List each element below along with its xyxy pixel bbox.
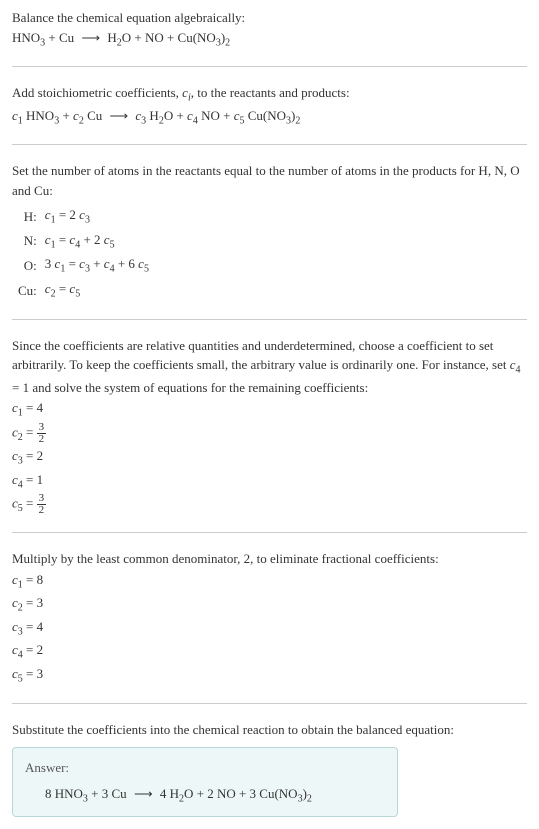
atom-label: Cu: xyxy=(12,278,39,303)
atoms-table: H: c1 = 2 c3 N: c1 = c4 + 2 c5 O: 3 c1 =… xyxy=(12,204,155,302)
lcd-c4: c4 = 2 xyxy=(12,640,527,663)
underdet-text: Since the coefficients are relative quan… xyxy=(12,336,527,398)
divider xyxy=(12,144,527,145)
atom-label: O: xyxy=(12,253,39,278)
divider xyxy=(12,532,527,533)
atom-label: H: xyxy=(12,204,39,229)
answer-label: Answer: xyxy=(25,758,385,778)
divider xyxy=(12,66,527,67)
stoich-equation: c1 HNO3 + c2 Cu ⟶ c3 H2O + c4 NO + c5 Cu… xyxy=(12,106,527,129)
atom-eq: c1 = 2 c3 xyxy=(39,204,155,229)
underdet-section: Since the coefficients are relative quan… xyxy=(12,336,527,517)
atoms-section: Set the number of atoms in the reactants… xyxy=(12,161,527,302)
initial-equation: HNO3 + Cu ⟶ H2O + NO + Cu(NO3)2 xyxy=(12,28,527,51)
intro-section: Balance the chemical equation algebraica… xyxy=(12,8,527,50)
lcd-section: Multiply by the least common denominator… xyxy=(12,549,527,686)
balanced-equation: 8 HNO3 + 3 Cu ⟶ 4 H2O + 2 NO + 3 Cu(NO3)… xyxy=(25,784,385,807)
coef-c4: c4 = 1 xyxy=(12,470,527,493)
atom-label: N: xyxy=(12,229,39,254)
coef-c5: c5 = 32 xyxy=(12,493,527,516)
coef-c3: c3 = 2 xyxy=(12,446,527,469)
lcd-c3: c3 = 4 xyxy=(12,617,527,640)
final-text: Substitute the coefficients into the che… xyxy=(12,720,527,740)
divider xyxy=(12,319,527,320)
atoms-text: Set the number of atoms in the reactants… xyxy=(12,161,527,200)
atom-eq: c2 = c5 xyxy=(39,278,155,303)
stoich-section: Add stoichiometric coefficients, ci, to … xyxy=(12,83,527,128)
lcd-c1: c1 = 8 xyxy=(12,570,527,593)
atom-row-n: N: c1 = c4 + 2 c5 xyxy=(12,229,155,254)
answer-box: Answer: 8 HNO3 + 3 Cu ⟶ 4 H2O + 2 NO + 3… xyxy=(12,747,398,817)
stoich-text: Add stoichiometric coefficients, ci, to … xyxy=(12,83,527,106)
lcd-text: Multiply by the least common denominator… xyxy=(12,549,527,569)
atom-row-h: H: c1 = 2 c3 xyxy=(12,204,155,229)
divider xyxy=(12,703,527,704)
intro-text: Balance the chemical equation algebraica… xyxy=(12,8,527,28)
coef-c1: c1 = 4 xyxy=(12,398,527,421)
atom-row-o: O: 3 c1 = c3 + c4 + 6 c5 xyxy=(12,253,155,278)
lcd-c2: c2 = 3 xyxy=(12,593,527,616)
coef-c2: c2 = 32 xyxy=(12,422,527,445)
atom-eq: c1 = c4 + 2 c5 xyxy=(39,229,155,254)
final-section: Substitute the coefficients into the che… xyxy=(12,720,527,818)
lcd-c5: c5 = 3 xyxy=(12,664,527,687)
atom-row-cu: Cu: c2 = c5 xyxy=(12,278,155,303)
atom-eq: 3 c1 = c3 + c4 + 6 c5 xyxy=(39,253,155,278)
